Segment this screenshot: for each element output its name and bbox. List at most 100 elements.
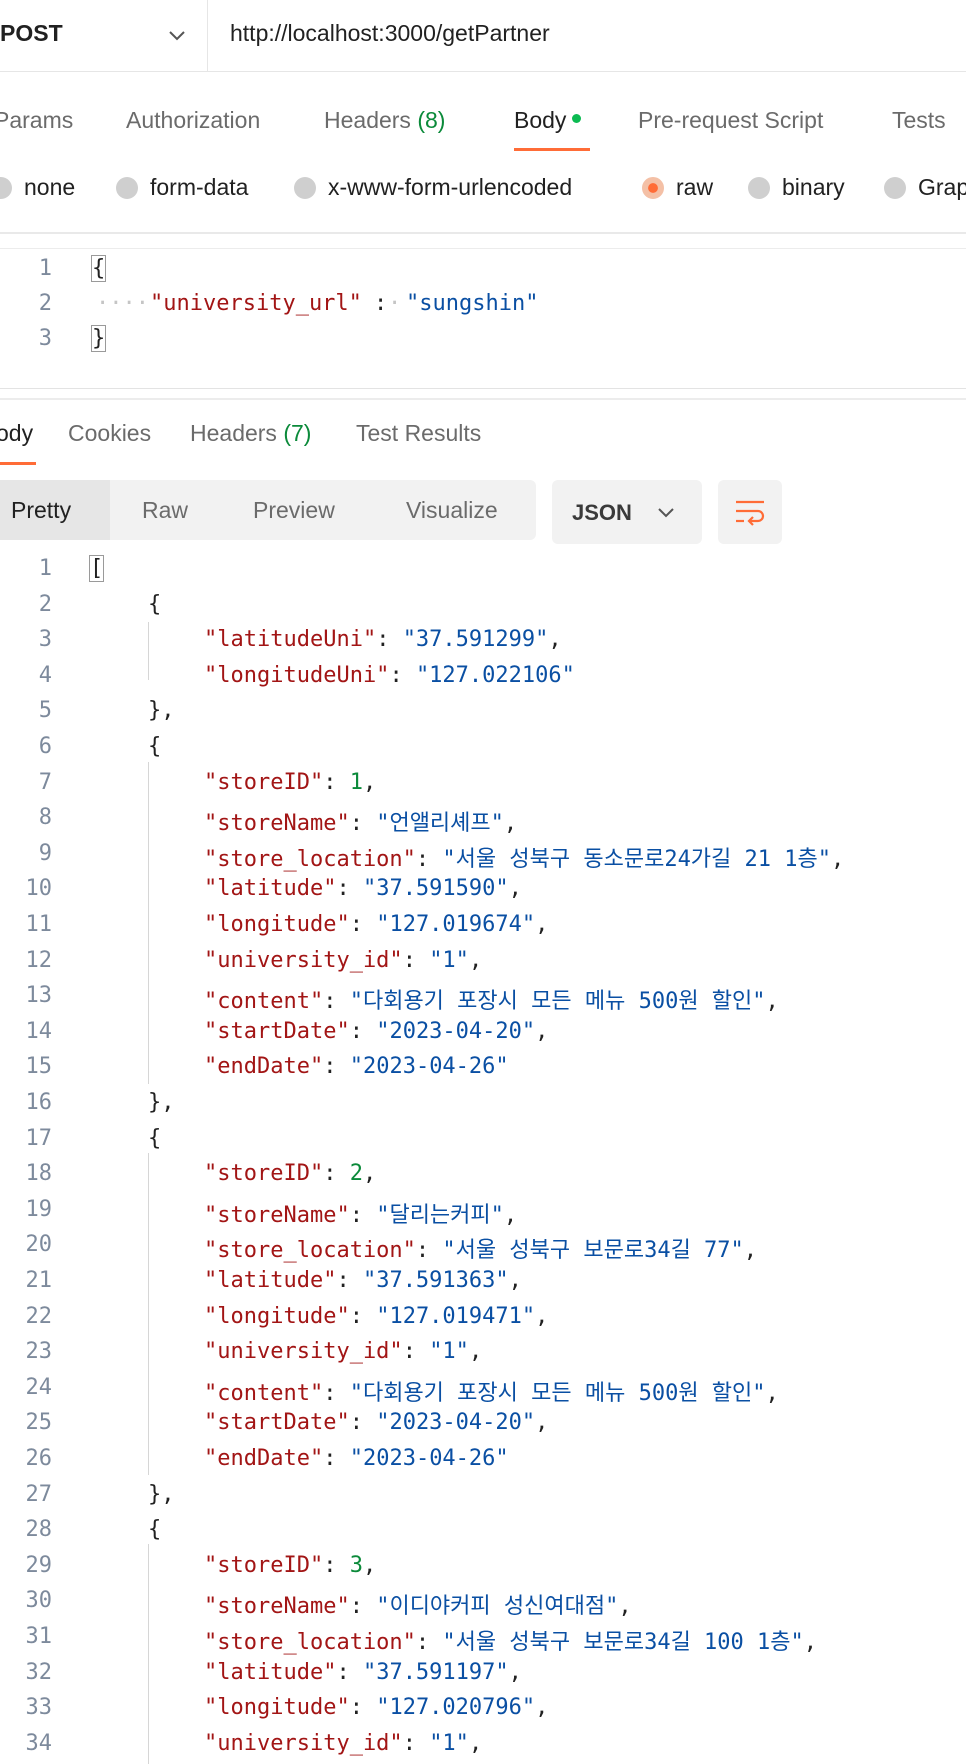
tab-count: (7) — [283, 420, 312, 446]
radio-none[interactable]: none — [0, 174, 75, 206]
line-number: 33 — [25, 1695, 53, 1721]
json-punctuation: , — [468, 947, 483, 973]
radio-label: Grap — [918, 174, 966, 200]
chevron-down-icon — [169, 31, 185, 41]
whitespace-dots: ···· — [96, 291, 149, 316]
code-content: "endDate": "2023-04-26" — [204, 1446, 509, 1471]
json-punctuation: , — [468, 1339, 483, 1365]
tab-tests[interactable]: Tests — [892, 107, 946, 134]
code-content: "store_location": "서울 성북구 동소문로24가길 21 1층… — [204, 841, 844, 873]
code-line: 18 "storeID": 2, — [0, 1157, 966, 1192]
json-key: "university_id" — [204, 947, 403, 973]
json-string: "127.019471" — [376, 1303, 536, 1329]
tab-params[interactable]: Params — [0, 107, 73, 134]
code-line: 34 "university_id": "1", — [0, 1727, 966, 1762]
radio-circle-icon — [748, 177, 770, 199]
json-punctuation: , — [508, 1268, 522, 1293]
json-punctuation: , — [362, 1552, 377, 1578]
code-line: 31 "store_location": "서울 성북구 보문로34길 100 1… — [0, 1620, 966, 1655]
line-number: 14 — [25, 1018, 53, 1044]
json-key: "store_location" — [204, 846, 416, 872]
tab-cookies[interactable]: Cookies — [68, 420, 151, 447]
json-punctuation: : — [402, 1339, 430, 1365]
json-punctuation: { — [148, 734, 162, 759]
request-url-bar: POST http://localhost:3000/getPartner — [0, 0, 966, 72]
code-content: "latitude": "37.591197", — [204, 1660, 522, 1685]
view-mode-raw[interactable]: Raw — [142, 480, 188, 540]
code-line: 4 "longitudeUni": "127.022106" — [0, 659, 966, 694]
request-body-editor[interactable]: 1 { 2 ···· "university_url" : · "sungshi… — [0, 252, 966, 390]
json-punctuation: }, — [148, 698, 175, 724]
code-content: "content": "다회용기 포장시 모든 메뉴 500원 할인", — [204, 983, 779, 1015]
code-line: 3 "latitudeUni": "37.591299", — [0, 623, 966, 658]
tab-response-body[interactable]: ody — [0, 420, 33, 447]
tab-pre-request-script[interactable]: Pre-request Script — [638, 107, 823, 134]
json-punctuation: , — [503, 811, 518, 837]
code-line: 16}, — [0, 1086, 966, 1121]
body-type-radios: none form-data x-www-form-urlencoded raw… — [0, 152, 966, 232]
code-line: 15 "endDate": "2023-04-26" — [0, 1050, 966, 1085]
json-key: "endDate" — [204, 1054, 324, 1080]
code-content: "content": "다회용기 포장시 모든 메뉴 500원 할인", — [204, 1375, 779, 1407]
json-punctuation: : — [323, 769, 350, 795]
line-number: 5 — [38, 698, 52, 724]
wrap-lines-icon — [736, 500, 765, 526]
json-string: "127.020796" — [376, 1695, 536, 1721]
code-content: "university_id": "1", — [204, 1339, 482, 1364]
json-string: "2023-04-20" — [376, 1018, 536, 1044]
code-line: 28 { — [0, 1513, 966, 1548]
radio-x-www-form-urlencoded[interactable]: x-www-form-urlencoded — [294, 174, 572, 206]
tab-headers[interactable]: Headers (8) — [324, 107, 445, 134]
json-punctuation: : — [336, 1268, 363, 1293]
line-number: 2 — [38, 591, 52, 617]
line-number: 6 — [38, 734, 52, 759]
url-input[interactable]: http://localhost:3000/getPartner — [230, 20, 550, 47]
json-punctuation: , — [765, 989, 779, 1015]
code-content: "startDate": "2023-04-20", — [204, 1019, 548, 1044]
code-line: 27}, — [0, 1478, 966, 1513]
tab-response-headers[interactable]: Headers (7) — [190, 420, 311, 447]
code-line: 30 "storeName": "이디야커피 성신여대점", — [0, 1584, 966, 1619]
json-string: "127.019674" — [376, 912, 536, 937]
radio-label: form-data — [150, 174, 249, 200]
radio-label: none — [24, 174, 76, 200]
tab-body[interactable]: Body — [514, 107, 582, 134]
response-body-editor[interactable]: 1[2{3 "latitudeUni": "37.591299", 4 "longit… — [0, 552, 966, 1764]
line-number: 11 — [25, 912, 53, 937]
code-line: 5}, — [0, 694, 966, 729]
line-number: 3 — [38, 326, 52, 351]
json-key: "longitude" — [204, 1695, 350, 1721]
radio-label: raw — [676, 174, 714, 200]
radio-form-data[interactable]: form-data — [116, 174, 248, 206]
json-punctuation: : — [323, 1054, 350, 1080]
json-string: "sungshin" — [406, 291, 539, 316]
json-key: "storeName" — [204, 1202, 350, 1228]
code-content: "longitude": "127.019471", — [204, 1304, 548, 1329]
json-punctuation: : — [349, 1695, 377, 1721]
json-key: "longitude" — [204, 1303, 350, 1329]
json-number: 3 — [349, 1552, 363, 1578]
tab-authorization[interactable]: Authorization — [126, 107, 260, 134]
view-mode-visualize[interactable]: Visualize — [406, 480, 498, 540]
response-tabs: ody Cookies Headers (7) Test Results — [0, 400, 966, 466]
json-key: "store_location" — [204, 1238, 416, 1264]
method-select[interactable]: POST — [0, 0, 208, 72]
tab-test-results[interactable]: Test Results — [356, 420, 481, 447]
wrap-lines-button[interactable] — [718, 480, 782, 544]
radio-graphql[interactable]: Grap — [884, 174, 966, 206]
radio-binary[interactable]: binary — [748, 174, 845, 206]
code-content: "endDate": "2023-04-26" — [204, 1054, 509, 1079]
code-line: 3 } — [0, 322, 966, 357]
json-punctuation: , — [508, 876, 522, 902]
format-dropdown[interactable]: JSON — [552, 480, 702, 544]
line-number: 21 — [25, 1268, 53, 1293]
view-mode-pretty[interactable]: Pretty — [11, 480, 71, 540]
radio-raw[interactable]: raw — [642, 174, 713, 206]
line-number: 31 — [25, 1624, 53, 1649]
code-content: }, — [148, 1090, 175, 1115]
tab-label: Params — [0, 107, 74, 133]
line-number: 10 — [25, 876, 53, 902]
view-mode-preview[interactable]: Preview — [253, 480, 335, 540]
json-punctuation: [ — [90, 556, 104, 581]
tab-label: Body — [514, 107, 567, 133]
